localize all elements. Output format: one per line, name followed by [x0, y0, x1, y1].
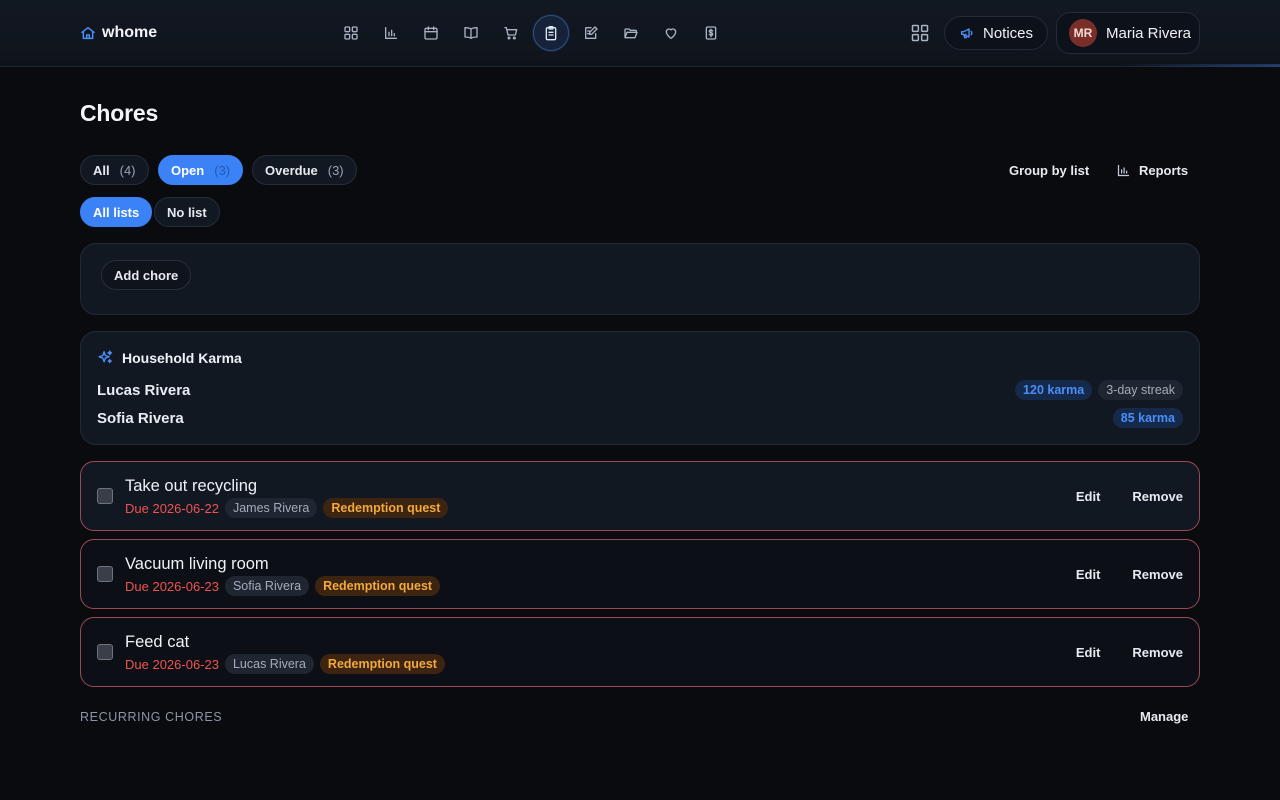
chore-title: Take out recycling	[125, 477, 258, 495]
dollar-icon	[705, 26, 717, 40]
edit-button[interactable]: Edit	[1072, 489, 1105, 504]
filter-count: (3)	[327, 162, 344, 178]
karma-heading: Household Karma	[97, 349, 242, 366]
karma-member-name: Lucas Rivera	[97, 381, 191, 399]
nav-dashboard[interactable]	[333, 15, 369, 51]
cart-icon	[504, 27, 518, 40]
list-filter-label: No list	[167, 204, 207, 220]
remove-button[interactable]: Remove	[1128, 645, 1187, 660]
chore-due-date: Due 2026-06-23	[125, 656, 219, 672]
grid-icon	[911, 24, 929, 42]
nav-recipes[interactable]	[453, 15, 489, 51]
chore-item: Feed cat Due 2026-06-23 Lucas Rivera Red…	[80, 617, 1200, 687]
notices-label: Notices	[982, 24, 1034, 42]
quest-badge: Redemption quest	[315, 576, 441, 596]
filter-label: Overdue	[265, 162, 318, 178]
nav-finance[interactable]	[693, 15, 729, 51]
chore-checkbox[interactable]	[97, 488, 113, 504]
recurring-chores-heading: RECURRING CHORES	[80, 710, 223, 724]
remove-button[interactable]: Remove	[1128, 567, 1187, 582]
chore-meta: Due 2026-06-23 Sofia Rivera Redemption q…	[125, 576, 441, 596]
filter-open[interactable]: Open (3)	[158, 155, 244, 185]
filter-count: (4)	[119, 162, 136, 178]
page-title: Chores	[80, 100, 159, 126]
filter-all[interactable]: All (4)	[80, 155, 149, 185]
karma-badge: 85 karma	[1112, 408, 1183, 428]
nav-notes[interactable]	[573, 15, 609, 51]
nav-chores[interactable]	[533, 15, 569, 51]
manage-recurring-button[interactable]: Manage	[1140, 709, 1188, 724]
assignee-badge: Sofia Rivera	[224, 576, 310, 596]
main-nav	[333, 14, 729, 52]
group-by-list-button[interactable]: Group by list	[1009, 159, 1089, 181]
quest-badge: Redemption quest	[323, 498, 449, 518]
home-icon	[81, 26, 95, 40]
list-filter-all[interactable]: All lists	[80, 197, 153, 227]
list-filter-none[interactable]: No list	[154, 197, 220, 227]
add-chore-button[interactable]: Add chore	[101, 260, 192, 290]
group-by-label: Group by list	[1009, 162, 1090, 178]
reports-label: Reports	[1139, 162, 1189, 178]
nav-documents[interactable]	[613, 15, 649, 51]
remove-button[interactable]: Remove	[1128, 489, 1187, 504]
dashboard-icon	[344, 26, 358, 40]
streak-badge: 3-day streak	[1098, 380, 1183, 400]
top-bar: whome Notices MR Maria Rivera	[0, 0, 1280, 67]
user-name: Maria Rivera	[1106, 24, 1192, 42]
heart-icon	[665, 28, 677, 39]
karma-row: Sofia Rivera 85 karma	[97, 407, 1183, 429]
bar-chart-icon	[1117, 164, 1130, 176]
quest-badge: Redemption quest	[319, 654, 445, 674]
chore-title: Vacuum living room	[125, 555, 269, 573]
edit-button[interactable]: Edit	[1072, 645, 1105, 660]
filter-count: (3)	[214, 162, 231, 178]
karma-badge: 120 karma	[1015, 380, 1093, 400]
bar-chart-icon	[385, 27, 397, 39]
nav-shopping[interactable]	[493, 15, 529, 51]
nav-stats[interactable]	[373, 15, 409, 51]
chore-meta: Due 2026-06-22 James Rivera Redemption q…	[125, 498, 449, 518]
chore-meta: Due 2026-06-23 Lucas Rivera Redemption q…	[125, 654, 445, 674]
brand-name: whome	[102, 24, 158, 41]
edit-note-icon	[585, 26, 598, 39]
user-menu-button[interactable]: MR Maria Rivera	[1056, 12, 1200, 54]
apps-button[interactable]	[902, 15, 938, 51]
book-icon	[464, 27, 478, 39]
nav-calendar[interactable]	[413, 15, 449, 51]
karma-member-name: Sofia Rivera	[97, 409, 184, 427]
avatar: MR	[1069, 19, 1097, 47]
chore-checkbox[interactable]	[97, 644, 113, 660]
edit-button[interactable]: Edit	[1072, 567, 1105, 582]
filter-overdue[interactable]: Overdue (3)	[252, 155, 357, 185]
folder-icon	[624, 28, 638, 39]
chore-checkbox[interactable]	[97, 566, 113, 582]
brand-link[interactable]: whome	[80, 22, 157, 44]
list-filter-label: All lists	[93, 204, 140, 220]
filter-label: Open	[171, 162, 205, 178]
notices-button[interactable]: Notices	[944, 16, 1048, 50]
calendar-icon	[424, 26, 438, 40]
karma-title: Household Karma	[122, 349, 242, 366]
karma-row: Lucas Rivera 120 karma 3-day streak	[97, 379, 1183, 401]
assignee-badge: Lucas Rivera	[224, 654, 314, 674]
reports-button[interactable]: Reports	[1116, 159, 1188, 181]
chore-due-date: Due 2026-06-22	[125, 500, 219, 516]
chore-title: Feed cat	[125, 633, 190, 651]
clipboard-icon	[545, 26, 557, 41]
sparkles-icon	[98, 350, 113, 364]
chore-item: Take out recycling Due 2026-06-22 James …	[80, 461, 1200, 531]
megaphone-icon	[960, 28, 973, 39]
karma-card: Household Karma Lucas Rivera 120 karma 3…	[80, 331, 1200, 445]
add-chore-card: Add chore	[80, 243, 1200, 315]
filter-label: All	[93, 162, 110, 178]
assignee-badge: James Rivera	[224, 498, 318, 518]
nav-health[interactable]	[653, 15, 689, 51]
chore-due-date: Due 2026-06-23	[125, 578, 219, 594]
chore-item: Vacuum living room Due 2026-06-23 Sofia …	[80, 539, 1200, 609]
